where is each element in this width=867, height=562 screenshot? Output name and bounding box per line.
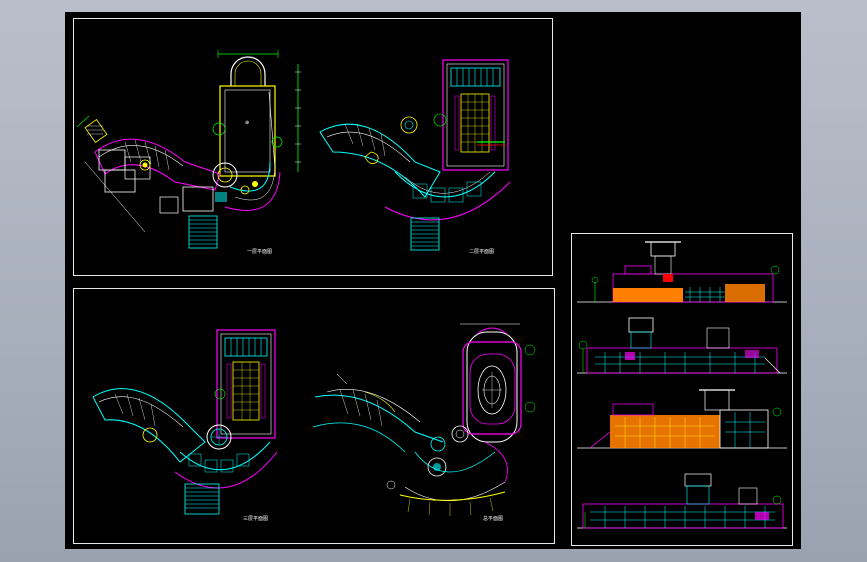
- svg-text:⊕: ⊕: [245, 120, 249, 126]
- caption-second-floor-plan: 二层平面图: [469, 249, 495, 255]
- site-plan-drawing: [312, 323, 536, 516]
- south-elevation-drawing: [577, 241, 787, 303]
- west-elevation-drawing: [577, 473, 787, 529]
- ground-floor-plan-drawing: ⊕: [76, 50, 301, 249]
- caption-third-floor-plan: 三层平面图: [243, 516, 269, 522]
- caption-site-plan: 总平面图: [483, 516, 504, 522]
- second-floor-plan-drawing: [319, 59, 511, 251]
- north-elevation-drawing: [577, 317, 787, 374]
- third-floor-plan-drawing: [92, 329, 278, 515]
- cad-drawing: ⊕: [76, 50, 787, 529]
- caption-ground-floor-plan: 一层平面图: [247, 249, 273, 255]
- drawing-canvas[interactable]: ⊕ 一层平面图 二层平面图 三层平面图 总平面图: [65, 12, 801, 549]
- east-elevation-drawing: [577, 389, 787, 449]
